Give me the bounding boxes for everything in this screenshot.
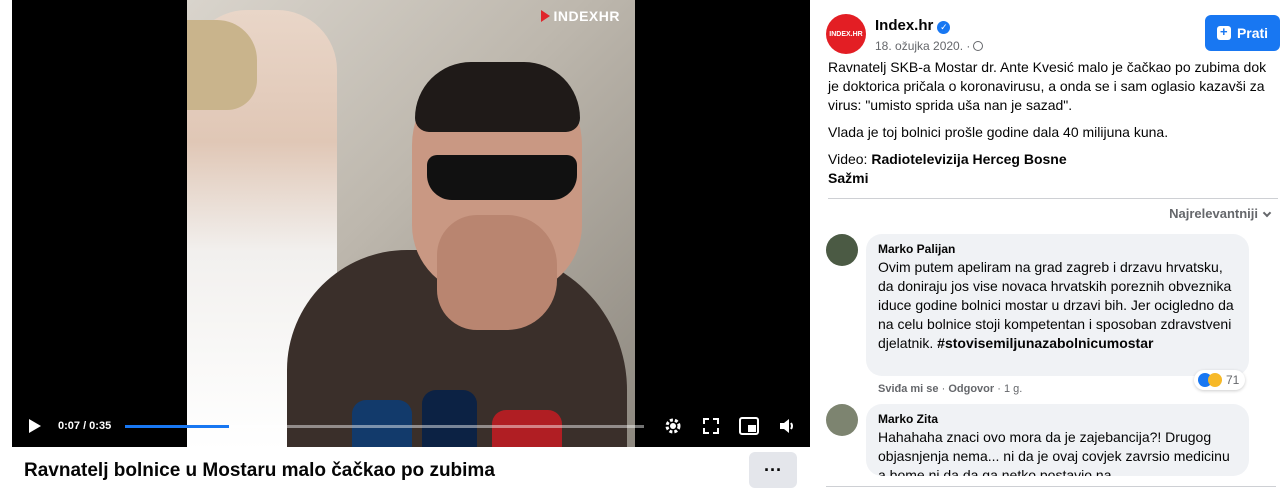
comment-bubble: Marko Palijan Ovim putem apeliram na gra…	[866, 234, 1249, 376]
video-player[interactable]: INDEXHR	[12, 0, 810, 447]
post-text: Ravnatelj SKB-a Mostar dr. Ante Kvesić m…	[828, 58, 1268, 196]
play-logo-icon	[541, 10, 551, 22]
follow-plus-icon	[1216, 24, 1231, 40]
post-paragraph-1: Ravnatelj SKB-a Mostar dr. Ante Kvesić m…	[828, 59, 1267, 113]
see-less-link[interactable]: Sažmi	[828, 169, 1268, 188]
video-controls: 0:07 / 0:35	[12, 405, 810, 447]
comment-text: Ovim putem apeliram na grad zagreb i drz…	[878, 259, 1234, 351]
video-watermark: INDEXHR	[541, 8, 620, 24]
video-title: Ravnatelj bolnice u Mostaru malo čačkao …	[24, 460, 495, 481]
verified-badge-icon: ✓	[937, 21, 951, 34]
page-avatar[interactable]: INDEX.HR	[826, 14, 866, 54]
post-side-panel: INDEX.HR Index.hr✓ 18. ožujka 2020. · Pr…	[814, 0, 1280, 495]
avatar[interactable]	[826, 404, 858, 436]
video-person-man-sunglasses	[427, 155, 577, 200]
fullscreen-icon[interactable]	[700, 415, 722, 437]
page-name-link[interactable]: Index.hr ✓	[875, 17, 951, 34]
video-source-link[interactable]: Radiotelevizija Herceg Bosne	[871, 151, 1066, 167]
divider	[826, 486, 1276, 487]
comments-sort-dropdown[interactable]: Najrelevantniji	[1169, 206, 1272, 221]
reactions-count[interactable]: 71	[1194, 370, 1246, 390]
video-person-man-hand	[437, 215, 557, 330]
picture-in-picture-icon[interactable]	[738, 415, 760, 437]
facebook-video-post: INDEXHR 0:07 / 0:35 Ravnatelj bolnice u …	[0, 0, 1280, 495]
post-paragraph-2: Vlada je toj bolnici prošle godine dala …	[828, 124, 1169, 140]
page-avatar-text: INDEX.HR	[829, 30, 863, 38]
comment-text: Hahahaha znaci ovo mora da je zajebancij…	[878, 429, 1230, 476]
video-person-woman-hair	[187, 20, 257, 110]
video-frame-image	[187, 0, 635, 447]
more-options-button[interactable]: ···	[749, 452, 797, 488]
comment-actions: Sviđa mi se · Odgovor · 1 g.	[878, 383, 1023, 395]
comment-author[interactable]: Marko Zita	[878, 412, 1237, 426]
video-progress-bar[interactable]	[125, 424, 644, 428]
hashtag-link[interactable]: #stovisemiljunazabolnicumostar	[937, 335, 1153, 351]
comment-author[interactable]: Marko Palijan	[878, 242, 1237, 256]
video-progress-fill	[125, 424, 229, 428]
reply-link[interactable]: Odgovor	[948, 383, 994, 395]
comment-bubble: Marko Zita Hahahaha znaci ovo mora da je…	[866, 404, 1249, 476]
globe-icon	[973, 41, 984, 51]
haha-reaction-icon	[1208, 373, 1222, 387]
like-link[interactable]: Sviđa mi se	[878, 383, 939, 395]
post-date: 18. ožujka 2020. ·	[875, 39, 984, 53]
divider	[828, 198, 1278, 199]
avatar[interactable]	[826, 234, 858, 266]
volume-icon[interactable]	[776, 415, 798, 437]
post-video-credit: Video: Radiotelevizija Herceg Bosne	[828, 151, 1067, 167]
chevron-down-icon	[1262, 208, 1272, 218]
video-time: 0:07 / 0:35	[58, 420, 112, 432]
comment-age[interactable]: 1 g.	[1004, 383, 1022, 395]
play-icon[interactable]	[24, 415, 46, 437]
settings-gear-icon[interactable]	[662, 415, 684, 437]
follow-button[interactable]: Prati	[1205, 15, 1280, 51]
video-person-man-hair	[415, 62, 580, 132]
